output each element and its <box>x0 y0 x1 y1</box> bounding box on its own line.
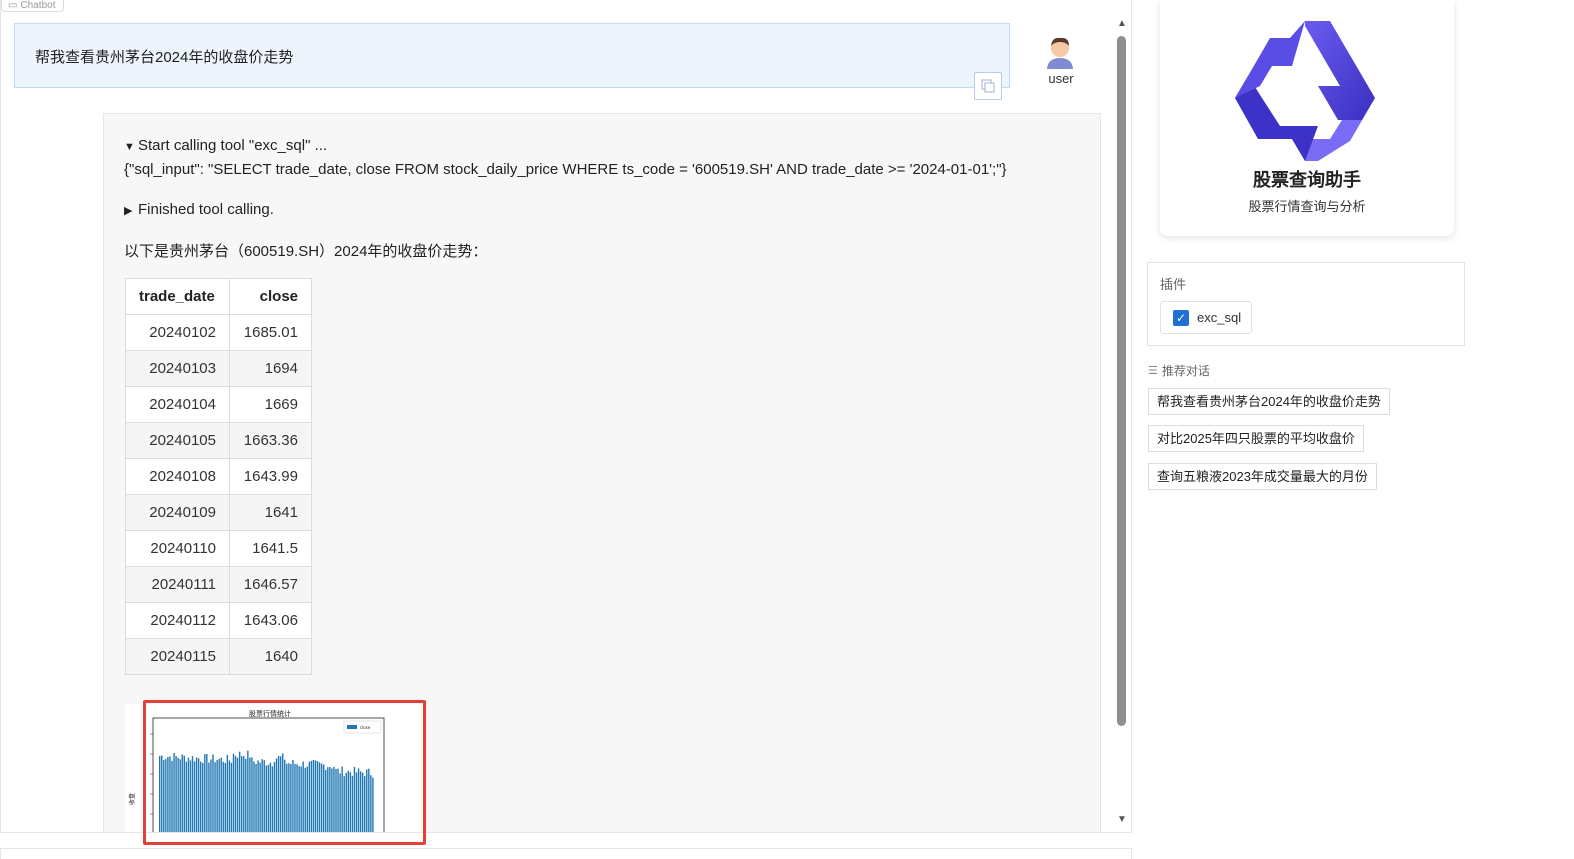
header-trade-date: trade_date <box>125 278 230 315</box>
cell-trade-date: 20240109 <box>125 494 230 531</box>
list-icon: ☰ <box>1148 365 1158 377</box>
suggestion-2[interactable]: 对比2025年四只股票的平均收盘价 <box>1148 425 1364 452</box>
scroll-down-arrow-icon[interactable]: ▼ <box>1117 814 1127 825</box>
cell-trade-date: 20240103 <box>125 350 230 387</box>
table-row: 20240115 1640 <box>125 638 312 675</box>
table-row: 20240103 1694 <box>125 350 312 387</box>
table-row: 20240109 1641 <box>125 494 312 531</box>
tool-call-toggle[interactable]: ▼ Start calling tool "exc_sql" ... <box>124 137 327 154</box>
cell-trade-date: 20240102 <box>125 314 230 351</box>
tool-finished-text: Finished tool calling. <box>138 201 274 218</box>
cell-trade-date: 20240105 <box>125 422 230 459</box>
scroll-up-arrow-icon[interactable]: ▲ <box>1117 18 1127 29</box>
intro-text: 以下是贵州茅台（600519.SH）2024年的收盘价走势： <box>124 243 488 260</box>
cell-close: 1694 <box>229 350 312 387</box>
agent-card: 股票查询助手 股票行情查询与分析 <box>1160 0 1454 236</box>
scroll-thumb[interactable] <box>1117 36 1126 726</box>
collapsed-triangle-icon: ▶ <box>124 205 133 217</box>
table-body: 20240102 1685.01 20240103 1694 20240104 1669 2… <box>125 314 312 675</box>
cell-close: 1640 <box>229 638 312 675</box>
suggestion-1[interactable]: 帮我查看贵州茅台2024年的收盘价走势 <box>1148 388 1390 415</box>
cell-close: 1663.36 <box>229 422 312 459</box>
result-table: trade_date close 20240102 1685.01 20240103… <box>125 278 312 675</box>
table-row: 20240108 1643.99 <box>125 458 312 495</box>
cell-close: 1646.57 <box>229 566 312 603</box>
plugins-title: 插件 <box>1160 277 1187 292</box>
cell-close: 1669 <box>229 386 312 423</box>
cell-trade-date: 20240104 <box>125 386 230 423</box>
table-row: 20240105 1663.36 <box>125 422 312 459</box>
user-message-text: 帮我查看贵州茅台2024年的收盘价走势 <box>35 49 294 66</box>
table-header-row: trade_date close <box>125 278 312 315</box>
cell-close: 1685.01 <box>229 314 312 351</box>
agent-name: 股票查询助手 <box>1253 170 1361 190</box>
table-row: 20240102 1685.01 <box>125 314 312 351</box>
chatbot-tab-label: Chatbot <box>20 0 56 11</box>
plugin-name: exc_sql <box>1197 310 1242 325</box>
user-label: user <box>1048 71 1074 86</box>
header-close: close <box>229 278 312 315</box>
suggestions-title-text: 推荐对话 <box>1161 364 1210 378</box>
user-avatar <box>1047 37 1073 69</box>
copy-icon <box>981 79 995 93</box>
cell-trade-date: 20240115 <box>125 638 230 675</box>
chat-scrollbar[interactable]: ▲ ▼ <box>1115 18 1129 828</box>
cell-trade-date: 20240108 <box>125 458 230 495</box>
table-row: 20240111 1646.57 <box>125 566 312 603</box>
chart-ylabel: 收盘 <box>128 793 136 805</box>
checkbox-checked-icon[interactable]: ✓ <box>1173 309 1189 326</box>
user-message-bubble: 帮我查看贵州茅台2024年的收盘价走势 <box>14 23 1010 88</box>
plugins-panel: 插件 ✓ exc_sql <box>1147 262 1465 346</box>
chat-icon: ▭ <box>8 0 18 11</box>
cell-close: 1641 <box>229 494 312 531</box>
suggestion-3[interactable]: 查询五粮液2023年成交量最大的月份 <box>1148 463 1377 490</box>
message-input-area[interactable] <box>0 848 1132 859</box>
copy-button[interactable] <box>974 72 1002 100</box>
table-row: 20240104 1669 <box>125 386 312 423</box>
tool-start-text: Start calling tool "exc_sql" ... <box>138 137 328 154</box>
table-row: 20240110 1641.5 <box>125 530 312 567</box>
cell-trade-date: 20240111 <box>125 566 230 603</box>
highlight-box <box>143 700 426 845</box>
tool-finished-toggle[interactable]: ▶ Finished tool calling. <box>124 201 274 218</box>
cell-trade-date: 20240112 <box>125 602 230 639</box>
cell-close: 1641.5 <box>229 530 312 567</box>
cell-close: 1643.06 <box>229 602 312 639</box>
agent-logo <box>1235 21 1375 161</box>
table-row: 20240112 1643.06 <box>125 602 312 639</box>
chatbot-tab: ▭ Chatbot <box>1 0 65 12</box>
expanded-triangle-icon: ▼ <box>124 141 135 153</box>
agent-description: 股票行情查询与分析 <box>1248 199 1366 214</box>
suggestions-title: ☰ 推荐对话 <box>1148 362 1210 379</box>
plugin-exc-sql[interactable]: ✓ exc_sql <box>1160 301 1252 334</box>
cell-trade-date: 20240110 <box>125 530 230 567</box>
tool-input-text: {"sql_input": "SELECT trade_date, close … <box>124 161 1007 178</box>
cell-close: 1643.99 <box>229 458 312 495</box>
